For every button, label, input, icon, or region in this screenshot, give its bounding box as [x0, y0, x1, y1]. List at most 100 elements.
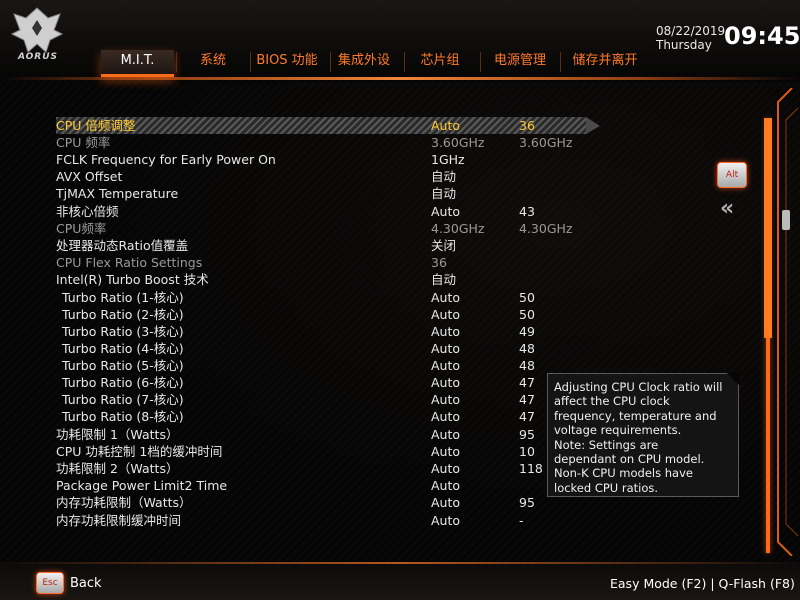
- setting-name: Intel(R) Turbo Boost 技术: [56, 272, 209, 287]
- setting-value: Auto: [431, 409, 461, 424]
- setting-name: Turbo Ratio (2-核心): [62, 307, 184, 322]
- setting-name: Turbo Ratio (3-核心): [62, 324, 184, 339]
- setting-name: Turbo Ratio (8-核心): [62, 409, 184, 424]
- tab-system[interactable]: 系统: [178, 50, 248, 74]
- esc-key-button[interactable]: Esc: [36, 572, 64, 594]
- setting-name: FCLK Frequency for Early Power On: [56, 152, 276, 167]
- setting-row-power-limit-2[interactable]: 功耗限制 2（Watts） Auto 118: [56, 460, 586, 477]
- setting-name: Package Power Limit2 Time: [56, 478, 228, 493]
- setting-row-dram-power-time[interactable]: 内存功耗限制缓冲时间 Auto -: [56, 512, 586, 529]
- tab-chipset[interactable]: 芯片组: [402, 50, 478, 74]
- setting-row-power-limit-2-time[interactable]: Package Power Limit2 Time Auto: [56, 477, 586, 494]
- setting-value: Auto: [431, 392, 461, 407]
- setting-value: Auto: [431, 461, 461, 476]
- setting-row-power-limit-1[interactable]: 功耗限制 1（Watts） Auto 95: [56, 426, 586, 443]
- setting-name: TjMAX Temperature: [56, 186, 179, 201]
- setting-name: Turbo Ratio (6-核心): [62, 375, 184, 390]
- date-text: 08/22/2019: [656, 24, 726, 38]
- setting-current: 47: [519, 409, 535, 424]
- setting-name: Turbo Ratio (7-核心): [62, 392, 184, 407]
- tab-bios-features[interactable]: BIOS 功能: [242, 50, 332, 74]
- tab-separator: [176, 52, 177, 72]
- setting-row-turbo-ratio-8[interactable]: Turbo Ratio (8-核心) Auto 47: [56, 408, 586, 425]
- date-display: 08/22/2019 Thursday: [656, 24, 725, 52]
- setting-row-power-limit-1-time[interactable]: CPU 功耗控制 1档的缓冲时间 Auto 10: [56, 443, 586, 460]
- setting-row-turbo-ratio-5[interactable]: Turbo Ratio (5-核心) Auto 48: [56, 357, 586, 374]
- setting-name: 处理器动态Ratio值覆盖: [56, 238, 189, 253]
- weekday-text: Thursday: [656, 38, 712, 52]
- setting-name: 内存功耗限制缓冲时间: [56, 513, 182, 528]
- tab-save-exit[interactable]: 储存并离开: [560, 50, 650, 74]
- setting-value: Auto: [431, 324, 461, 339]
- setting-value: 自动: [431, 169, 457, 184]
- setting-current: 50: [519, 307, 535, 322]
- setting-current: 47: [519, 392, 535, 407]
- setting-name: 功耗限制 2（Watts）: [56, 461, 179, 476]
- setting-value: 3.60GHz: [431, 135, 485, 150]
- setting-value: Auto: [431, 478, 461, 493]
- help-panel: Adjusting CPU Clock ratio will affect th…: [547, 373, 739, 497]
- setting-value: 自动: [431, 186, 457, 201]
- setting-value: 自动: [431, 272, 457, 287]
- setting-row-uncore-frequency: CPU频率 4.30GHz 4.30GHz: [56, 220, 586, 237]
- setting-value: Auto: [431, 118, 461, 133]
- setting-value: 36: [431, 255, 447, 270]
- setting-row-turbo-ratio-4[interactable]: Turbo Ratio (4-核心) Auto 48: [56, 340, 586, 357]
- setting-row-cpu-ratio[interactable]: CPU 倍频调整 Auto 36: [56, 117, 600, 134]
- setting-value: Auto: [431, 375, 461, 390]
- clock-time: 09:45: [724, 22, 800, 50]
- setting-name: CPU Flex Ratio Settings: [56, 255, 203, 270]
- setting-value: 4.30GHz: [431, 221, 485, 236]
- setting-current: 49: [519, 324, 535, 339]
- setting-name: CPU 功耗控制 1档的缓冲时间: [56, 444, 223, 459]
- setting-current: 47: [519, 375, 535, 390]
- setting-row-tjmax[interactable]: TjMAX Temperature 自动: [56, 185, 586, 202]
- setting-current: 43: [519, 204, 535, 219]
- setting-value: Auto: [431, 444, 461, 459]
- help-line: locked CPU ratios.: [554, 480, 659, 495]
- tab-peripherals[interactable]: 集成外设: [324, 50, 404, 74]
- setting-value: 1GHz: [431, 152, 465, 167]
- setting-name: AVX Offset: [56, 169, 123, 184]
- logo-text: AORUS: [17, 52, 59, 62]
- help-line: Note: Settings are: [554, 437, 659, 452]
- alt-key-button[interactable]: Alt: [717, 162, 747, 188]
- setting-row-turbo-ratio-6[interactable]: Turbo Ratio (6-核心) Auto 47: [56, 374, 586, 391]
- setting-row-turbo-ratio-7[interactable]: Turbo Ratio (7-核心) Auto 47: [56, 391, 586, 408]
- setting-row-fclk[interactable]: FCLK Frequency for Early Power On 1GHz: [56, 151, 586, 168]
- tab-mit[interactable]: M.I.T.: [101, 50, 174, 77]
- help-line: Non-K CPU models have: [554, 466, 693, 481]
- setting-name: Turbo Ratio (1-核心): [62, 290, 184, 305]
- setting-row-turbo-ratio-2[interactable]: Turbo Ratio (2-核心) Auto 50: [56, 306, 586, 323]
- setting-name: 内存功耗限制（Watts）: [56, 495, 192, 510]
- setting-row-turbo-ratio-1[interactable]: Turbo Ratio (1-核心) Auto 50: [56, 289, 586, 306]
- setting-name: 非核心倍频: [56, 204, 119, 219]
- setting-row-uncore-ratio[interactable]: 非核心倍频 Auto 43: [56, 203, 586, 220]
- setting-current: 48: [519, 341, 535, 356]
- double-chevron-left-icon[interactable]: «: [720, 196, 734, 221]
- back-label[interactable]: Back: [70, 576, 102, 591]
- tab-power[interactable]: 电源管理: [480, 50, 560, 74]
- setting-value: 关闭: [431, 238, 457, 253]
- scrollbar-thumb[interactable]: [764, 118, 772, 338]
- setting-value: Auto: [431, 358, 461, 373]
- setting-name: 功耗限制 1（Watts）: [56, 427, 179, 442]
- help-line: frequency, temperature and: [554, 408, 717, 423]
- setting-row-ratio-override[interactable]: 处理器动态Ratio值覆盖 关闭: [56, 237, 586, 254]
- help-line: Adjusting CPU Clock ratio will: [554, 380, 723, 394]
- scrollbar-handle[interactable]: [782, 210, 790, 230]
- setting-row-dram-power-limit[interactable]: 内存功耗限制（Watts） Auto 95: [56, 494, 586, 511]
- setting-current: 3.60GHz: [519, 135, 573, 150]
- setting-row-turbo-boost[interactable]: Intel(R) Turbo Boost 技术 自动: [56, 271, 586, 288]
- setting-row-avx-offset[interactable]: AVX Offset 自动: [56, 168, 586, 185]
- setting-current: 10: [519, 444, 535, 459]
- setting-value: Auto: [431, 427, 461, 442]
- setting-row-turbo-ratio-3[interactable]: Turbo Ratio (3-核心) Auto 49: [56, 323, 586, 340]
- setting-current: 95: [519, 495, 535, 510]
- setting-name: CPU频率: [56, 221, 107, 236]
- setting-current: 4.30GHz: [519, 221, 573, 236]
- setting-current: -: [519, 513, 524, 528]
- help-line: affect the CPU clock: [554, 394, 670, 409]
- footer-shortcuts[interactable]: Easy Mode (F2) | Q-Flash (F8): [610, 576, 795, 591]
- setting-current: 50: [519, 290, 535, 305]
